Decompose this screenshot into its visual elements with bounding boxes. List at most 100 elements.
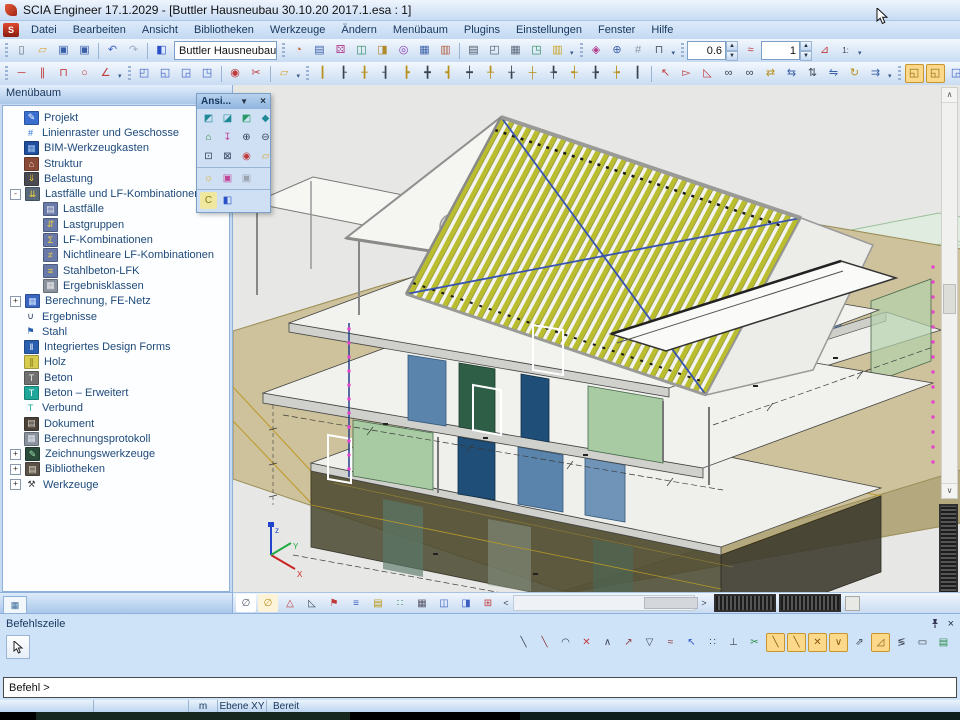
scroll-right-icon[interactable]: > xyxy=(697,595,711,611)
label-section-icon[interactable]: ╂ xyxy=(355,64,374,83)
mirror-icon[interactable]: ⇋ xyxy=(824,64,843,83)
label-length-icon[interactable]: ┨ xyxy=(376,64,395,83)
load-scale-icon[interactable]: ≈ xyxy=(741,41,760,60)
tree-item[interactable]: ≠Nichtlineare LF-Kombinationen xyxy=(3,248,229,263)
cutout-icon[interactable]: ✂ xyxy=(247,64,266,83)
docked-panel-tab[interactable]: ▦ xyxy=(3,596,27,613)
zoom-doc-icon[interactable]: ⊕ xyxy=(608,41,627,60)
line-grid-icon[interactable]: ⊥ xyxy=(724,633,743,652)
zoom-in-icon[interactable]: ⊕ xyxy=(238,129,255,146)
tree-item[interactable]: ΣLF-Kombinationen xyxy=(3,232,229,247)
print-icon[interactable]: ▤ xyxy=(464,41,483,60)
copy-properties-icon[interactable]: ◨ xyxy=(373,41,392,60)
fast-settings-icon[interactable]: ⊞ xyxy=(478,594,498,612)
snap-center-icon[interactable]: ◠ xyxy=(556,633,575,652)
view-side-icon[interactable]: ◪ xyxy=(219,110,236,127)
open-layer-icon[interactable]: ▱ xyxy=(275,64,294,83)
cursor-mode-button[interactable] xyxy=(6,635,30,659)
show-model-data-icon[interactable]: ◫ xyxy=(434,594,454,612)
copy-icon[interactable]: ⇆ xyxy=(782,64,801,83)
label-node-icon[interactable]: ┠ xyxy=(334,64,353,83)
save-all-icon[interactable]: ▣ xyxy=(54,41,73,60)
snap-endpoint-icon[interactable]: ╲ xyxy=(514,633,533,652)
label-member-icon[interactable]: ┃ xyxy=(313,64,332,83)
toolbar-grip[interactable] xyxy=(282,43,285,58)
draw-parallel-icon[interactable]: ∥ xyxy=(33,64,52,83)
zoom-all-icon[interactable]: ⊠ xyxy=(219,148,236,165)
label-axis-icon[interactable]: ╄ xyxy=(544,64,563,83)
cursor-snap-icon[interactable]: ↖ xyxy=(682,633,701,652)
paste-icon[interactable]: ⇅ xyxy=(803,64,822,83)
load-scale-input[interactable]: 0.6 xyxy=(687,41,726,60)
snap-midpoint-icon[interactable]: ╲ xyxy=(535,633,554,652)
scia-logo-icon[interactable]: S xyxy=(3,23,19,37)
status-unit[interactable]: m xyxy=(189,700,218,712)
properties-icon[interactable]: ◈ xyxy=(587,41,606,60)
draw-circle-icon[interactable]: ○ xyxy=(75,64,94,83)
snap-polar-icon[interactable]: ⇗ xyxy=(850,633,869,652)
tree-item[interactable]: ≡Stahlbeton-LFK xyxy=(3,263,229,278)
snap-angle-icon[interactable]: ∧ xyxy=(598,633,617,652)
menu-item[interactable]: Datei xyxy=(23,22,65,38)
tree-item[interactable]: +▤Bibliotheken xyxy=(3,462,229,477)
status-plane[interactable]: Ebene XY xyxy=(218,700,267,712)
tree-item[interactable]: +▦Berechnung, FE-Netz xyxy=(3,294,229,309)
snap-midpoints-toggle-icon[interactable]: ╲ xyxy=(787,633,806,652)
horizontal-rotation-bar-2[interactable] xyxy=(779,594,841,612)
snap-lightning-icon[interactable]: ≶ xyxy=(892,633,911,652)
doc-export-icon[interactable]: ▥ xyxy=(548,41,567,60)
draw-line-icon[interactable]: ─ xyxy=(12,64,31,83)
label-mesh-icon[interactable]: ┼ xyxy=(523,64,542,83)
tile-window-icon[interactable]: ◲ xyxy=(947,64,960,83)
zoom-selection-icon[interactable]: ◉ xyxy=(238,148,255,165)
toolbar-grip[interactable] xyxy=(5,66,8,81)
select-plane-icon[interactable]: ◺ xyxy=(698,64,717,83)
redo-icon[interactable]: ↷ xyxy=(124,41,143,60)
menu-item[interactable]: Einstellungen xyxy=(508,22,590,38)
toolbar-overflow-button[interactable]: ▾ xyxy=(118,72,122,80)
toolbar-overflow-button[interactable]: ▾ xyxy=(888,72,892,80)
camera-locked-icon[interactable]: ▣ xyxy=(238,170,255,187)
toolbar-overflow-button[interactable]: ▾ xyxy=(858,49,862,57)
print-view-icon[interactable]: ▱ xyxy=(257,148,274,165)
label-material-icon[interactable]: ┫ xyxy=(439,64,458,83)
float-toolbar-titlebar[interactable]: Ansi... ▼ × xyxy=(197,94,270,109)
layers-icon[interactable]: ▤ xyxy=(310,41,329,60)
move-icon[interactable]: ⇄ xyxy=(761,64,780,83)
snap-macro-icon[interactable]: ✂ xyxy=(745,633,764,652)
tree-item[interactable]: +✎Zeichnungswerkzeuge xyxy=(3,447,229,462)
display-scale-stepper[interactable]: ▲▼ xyxy=(800,41,812,60)
new-document-icon[interactable]: ▯ xyxy=(12,41,31,60)
zoom-out-icon[interactable]: ⊖ xyxy=(257,129,274,146)
duplicate-window-icon[interactable]: ◲ xyxy=(177,64,196,83)
close-icon[interactable]: × xyxy=(257,96,270,107)
tree-item[interactable]: +⚒Werkzeuge xyxy=(3,477,229,492)
menu-item[interactable]: Fenster xyxy=(590,22,643,38)
dice-icon[interactable]: ⚄ xyxy=(331,41,350,60)
menu-item[interactable]: Bearbeiten xyxy=(65,22,134,38)
toolbar-grip[interactable] xyxy=(898,66,901,81)
tree-item[interactable]: TBeton – Erweitert xyxy=(3,385,229,400)
horizontal-scroll-thumb[interactable] xyxy=(644,597,698,609)
show-surfaces-icon[interactable]: ◺ xyxy=(302,594,322,612)
menu-item[interactable]: Ansicht xyxy=(134,22,186,38)
unit-scale-icon[interactable]: 1: xyxy=(836,41,855,60)
label-load-icon[interactable]: ╁ xyxy=(502,64,521,83)
collapse-box-icon[interactable]: - xyxy=(10,189,21,200)
toolbar-grip[interactable] xyxy=(5,43,8,58)
tree-item[interactable]: ⇵Lastgruppen xyxy=(3,217,229,232)
display-scale-icon[interactable]: ⊿ xyxy=(815,41,834,60)
load-scale-stepper[interactable]: ▲▼ xyxy=(726,41,738,60)
paste-special-icon[interactable]: ◰ xyxy=(135,64,154,83)
window-layout-icon[interactable]: ◧ xyxy=(152,41,171,60)
array-icon[interactable]: ⇉ xyxy=(866,64,885,83)
vertical-scrollbar[interactable]: ∧ ∨ xyxy=(941,87,958,499)
dot-grid-icon[interactable]: ∷ xyxy=(703,633,722,652)
search-icon[interactable]: ∞ xyxy=(719,64,738,83)
toolbar-overflow-button[interactable]: ▾ xyxy=(672,49,676,57)
hide-selection-icon[interactable]: ◉ xyxy=(226,64,245,83)
view-settings-icon[interactable]: ◧ xyxy=(219,192,236,209)
clipping-box-icon[interactable]: C xyxy=(200,192,217,209)
draw-rectangle-icon[interactable]: ⊓ xyxy=(54,64,73,83)
measure-icon[interactable]: # xyxy=(629,41,648,60)
